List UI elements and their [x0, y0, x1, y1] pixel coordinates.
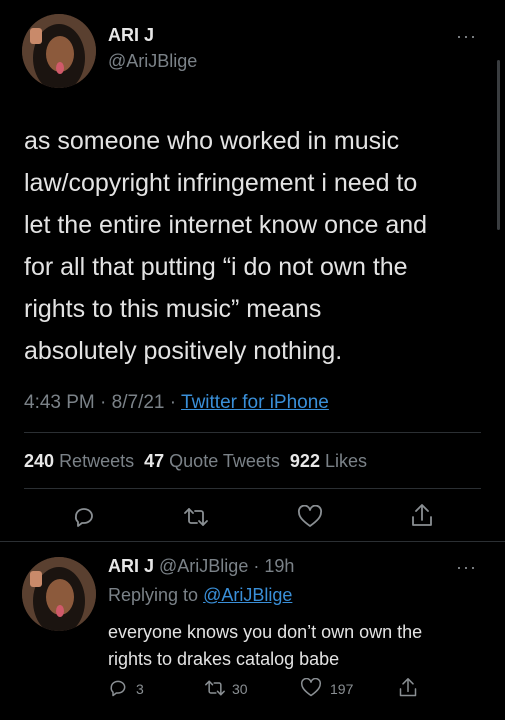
retweet-icon[interactable]: [183, 505, 209, 529]
reply-avatar[interactable]: [22, 557, 96, 631]
reply-retweet-count: 30: [232, 681, 248, 697]
reply-author-handle[interactable]: @AriJBlige: [159, 556, 248, 576]
reply-like-count: 197: [330, 681, 354, 697]
tweet-date[interactable]: 8/7/21: [112, 392, 165, 413]
tweet-text-line: absolutely positively nothing.: [24, 337, 343, 365]
tweet-text-line: for all that putting “i do not own the: [24, 253, 408, 281]
replying-to: Replying to @AriJBlige: [108, 585, 292, 606]
reply-reply-count: 3: [136, 681, 144, 697]
author-avatar[interactable]: [22, 14, 96, 88]
retweets-label: Retweets: [59, 451, 135, 471]
reply-author-name[interactable]: ARI J: [108, 556, 154, 576]
reply-header: ARI J @AriJBlige · 19h: [108, 556, 295, 576]
quotes-label: Quote Tweets: [169, 451, 280, 471]
author-name[interactable]: ARI J: [108, 25, 154, 46]
reply-retweet-icon[interactable]: [204, 678, 226, 698]
like-icon[interactable]: [297, 505, 323, 529]
retweets-count: 240: [24, 451, 55, 471]
tweet-source-link[interactable]: Twitter for iPhone: [181, 392, 329, 413]
reply-reply-icon[interactable]: [108, 678, 128, 698]
divider: [24, 432, 481, 433]
tweet-text-line: law/copyright infringement i need to: [24, 169, 418, 197]
reply-more-icon[interactable]: ···: [456, 558, 477, 576]
tweet-meta: 4:43 PM · 8/7/21 · Twitter for iPhone: [24, 392, 329, 413]
likes-label: Likes: [324, 451, 368, 471]
reply-text-line: rights to drakes catalog babe: [108, 649, 340, 669]
reply-like-icon[interactable]: [300, 678, 322, 698]
divider: [24, 488, 481, 489]
replying-to-prefix: Replying to: [108, 585, 199, 605]
likes-count: 922: [289, 451, 320, 471]
scrollbar-thumb[interactable]: [497, 60, 500, 230]
quotes-stat[interactable]: 47 Quote Tweets: [144, 451, 280, 471]
divider: [0, 541, 505, 542]
tweet-time[interactable]: 4:43 PM: [24, 392, 95, 413]
tweet-text-line: as someone who worked in music: [24, 127, 400, 155]
reply-age[interactable]: 19h: [264, 556, 294, 576]
reply-share-icon[interactable]: [398, 677, 418, 699]
engagement-stats: 240 Retweets 47 Quote Tweets 922 Likes: [24, 451, 367, 472]
quotes-count: 47: [144, 451, 165, 471]
replying-to-link[interactable]: @AriJBlige: [203, 585, 292, 605]
tweet-text-line: rights to this music” means: [24, 295, 322, 323]
reply-action-bar: 3 30 197: [108, 678, 438, 702]
tweet-text: as someone who worked in music law/copyr…: [24, 120, 427, 372]
reply-text: everyone knows you don’t own own the rig…: [108, 619, 422, 673]
share-icon[interactable]: [410, 503, 434, 529]
retweets-stat[interactable]: 240 Retweets: [24, 451, 134, 471]
more-icon[interactable]: ···: [456, 27, 477, 45]
author-handle[interactable]: @AriJBlige: [108, 51, 197, 72]
reply-text-line: everyone knows you don’t own own the: [108, 622, 423, 642]
reply-icon[interactable]: [72, 505, 96, 529]
tweet-text-line: let the entire internet know once and: [24, 211, 428, 239]
likes-stat[interactable]: 922 Likes: [290, 451, 367, 471]
